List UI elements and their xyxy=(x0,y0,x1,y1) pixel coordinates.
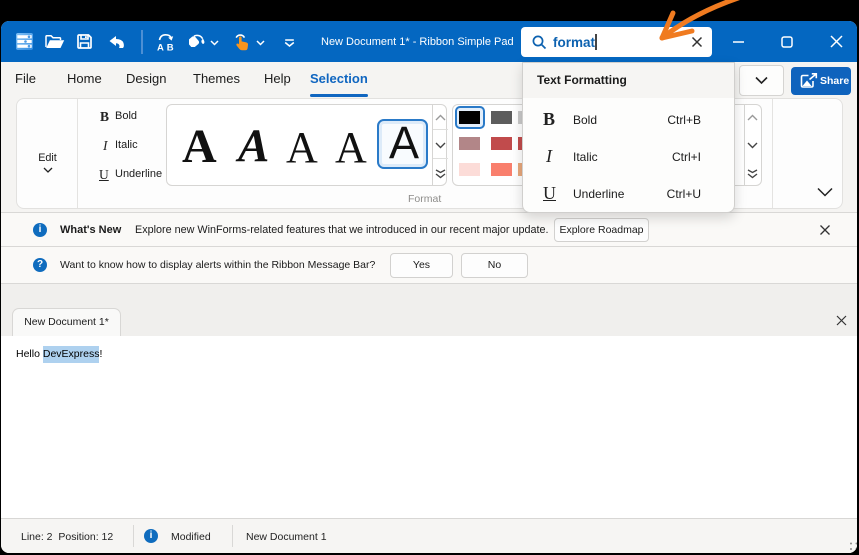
svg-text:A: A xyxy=(157,43,164,52)
svg-text:B: B xyxy=(167,43,174,52)
